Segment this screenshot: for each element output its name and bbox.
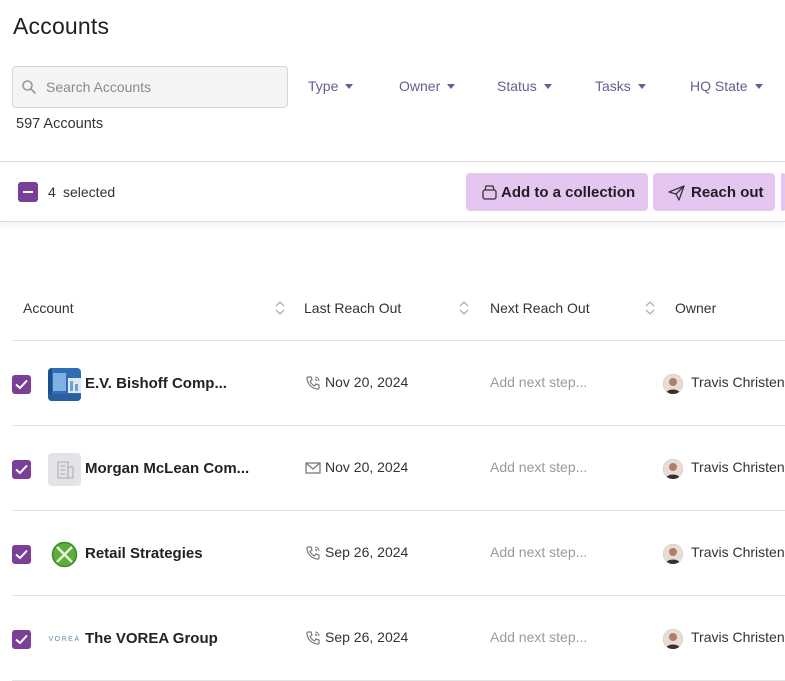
sort-icon[interactable] — [459, 300, 469, 316]
add-to-collection-label: Add to a collection — [501, 183, 636, 201]
selected-count: 4 — [48, 184, 56, 200]
bulk-action-bar: 4 selected Add to a collection Reach out — [0, 161, 785, 222]
add-next-step[interactable]: Add next step... — [490, 374, 587, 390]
caret-down-icon — [637, 83, 646, 89]
checkmark-icon — [15, 634, 28, 645]
checkmark-icon — [15, 379, 28, 390]
avatar — [663, 629, 683, 649]
select-all-checkbox[interactable] — [18, 182, 38, 202]
add-next-step[interactable]: Add next step... — [490, 544, 587, 560]
filter-status[interactable]: Status — [497, 78, 552, 94]
owner-name: Travis Christen — [691, 374, 785, 390]
avatar — [663, 374, 683, 394]
more-actions-button[interactable] — [781, 173, 785, 211]
column-header-next-reach-out[interactable]: Next Reach Out — [490, 300, 590, 316]
send-icon — [668, 184, 685, 201]
caret-down-icon — [543, 83, 552, 89]
accounts-count: 597 Accounts — [16, 116, 104, 132]
row-checkbox[interactable] — [12, 630, 31, 649]
caret-down-icon — [754, 83, 763, 89]
filter-tasks[interactable]: Tasks — [595, 78, 646, 94]
selected-label: selected — [63, 184, 116, 200]
filter-tasks-label: Tasks — [595, 78, 631, 94]
vorea-logo-text: VOREA — [48, 636, 81, 643]
last-reach-out-date: Nov 20, 2024 — [325, 374, 409, 390]
last-reach-out-date: Sep 26, 2024 — [325, 544, 409, 560]
account-name[interactable]: Morgan McLean Com... — [85, 460, 249, 477]
phone-icon — [306, 631, 320, 645]
column-header-account[interactable]: Account — [23, 300, 74, 316]
column-header-owner[interactable]: Owner — [675, 300, 716, 316]
caret-down-icon — [447, 83, 456, 89]
reach-out-label: Reach out — [691, 183, 764, 201]
collection-icon — [482, 184, 497, 200]
column-header-last-reach-out[interactable]: Last Reach Out — [304, 300, 401, 316]
page-title: Accounts — [13, 13, 110, 39]
reach-out-button[interactable]: Reach out — [653, 173, 775, 211]
owner-name: Travis Christen — [691, 629, 785, 645]
avatar — [663, 544, 683, 564]
vorea-wordmark-logo: VOREA — [48, 623, 81, 656]
sort-icon[interactable] — [275, 300, 285, 316]
checkmark-icon — [15, 464, 28, 475]
building-placeholder-icon — [48, 453, 81, 486]
email-icon — [305, 462, 321, 474]
owner-name: Travis Christen — [691, 544, 785, 560]
account-name[interactable]: The VOREA Group — [85, 630, 218, 647]
building-photo-logo — [48, 368, 81, 401]
phone-icon — [306, 376, 320, 390]
checkmark-icon — [15, 549, 28, 560]
add-to-collection-button[interactable]: Add to a collection — [466, 173, 648, 211]
avatar — [663, 459, 683, 479]
filter-type[interactable]: Type — [308, 78, 354, 94]
sort-icon[interactable] — [645, 300, 655, 316]
owner-name: Travis Christen — [691, 459, 785, 475]
filter-owner[interactable]: Owner — [399, 78, 456, 94]
last-reach-out-date: Sep 26, 2024 — [325, 629, 409, 645]
filter-type-label: Type — [308, 78, 339, 94]
last-reach-out-date: Nov 20, 2024 — [325, 459, 409, 475]
row-checkbox[interactable] — [12, 375, 31, 394]
table-row[interactable]: Morgan McLean Com... Nov 20, 2024 Add ne… — [12, 425, 785, 510]
filter-hq-state[interactable]: HQ State — [690, 78, 763, 94]
row-checkbox[interactable] — [12, 460, 31, 479]
account-name[interactable]: Retail Strategies — [85, 545, 203, 562]
filter-hq-state-label: HQ State — [690, 78, 748, 94]
table-row[interactable]: VOREA The VOREA Group Sep 26, 2024 Add n… — [12, 595, 785, 680]
search-input[interactable] — [46, 79, 266, 95]
row-checkbox[interactable] — [12, 545, 31, 564]
account-name[interactable]: E.V. Bishoff Comp... — [85, 375, 227, 392]
green-circle-x-logo — [48, 538, 81, 571]
filter-owner-label: Owner — [399, 78, 441, 94]
search-box[interactable] — [12, 66, 288, 108]
caret-down-icon — [345, 83, 354, 89]
phone-icon — [306, 546, 320, 560]
table-row[interactable]: E.V. Bishoff Comp... Nov 20, 2024 Add ne… — [12, 340, 785, 425]
search-icon — [22, 80, 36, 94]
filter-status-label: Status — [497, 78, 537, 94]
add-next-step[interactable]: Add next step... — [490, 459, 587, 475]
table-row[interactable]: Retail Strategies Sep 26, 2024 Add next … — [12, 510, 785, 595]
add-next-step[interactable]: Add next step... — [490, 629, 587, 645]
